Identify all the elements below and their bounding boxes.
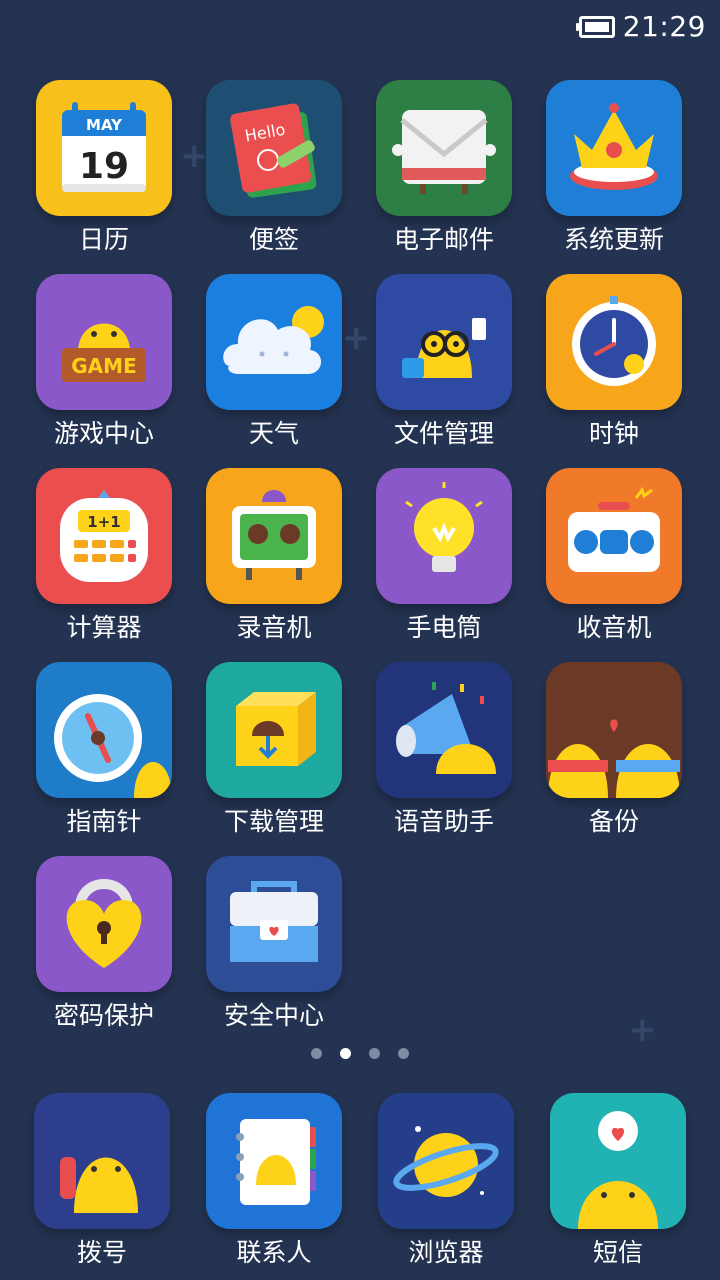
email-icon (376, 80, 512, 216)
app-label: 浏览器 (408, 1238, 484, 1267)
app-label: 录音机 (236, 613, 312, 642)
megaphone-icon (376, 662, 512, 798)
app-game-center[interactable]: GAME 游戏中心 (19, 274, 189, 450)
app-label: 系统更新 (563, 225, 664, 254)
calendar-icon: MAY 19 (36, 80, 172, 216)
app-backup[interactable]: 备份 (529, 662, 699, 838)
game-center-icon: GAME (36, 274, 172, 410)
calculator-display: 1+1 (87, 513, 120, 531)
game-sign: GAME (71, 354, 136, 378)
app-weather[interactable]: 天气 (189, 274, 359, 450)
app-label: 计算器 (66, 613, 142, 642)
status-time: 21:29 (622, 10, 706, 43)
app-label: 收音机 (576, 613, 652, 642)
app-voice-assistant[interactable]: 语音助手 (359, 662, 529, 838)
battery-icon (575, 15, 615, 38)
app-label: 便签 (248, 225, 299, 254)
calendar-day: 19 (79, 146, 129, 187)
app-label: 下载管理 (223, 807, 324, 836)
app-calendar[interactable]: MAY 19 日历 (19, 80, 189, 256)
page-dot[interactable] (369, 1048, 380, 1059)
page-dot-active[interactable] (340, 1048, 351, 1059)
dock-browser[interactable]: 浏览器 (361, 1093, 531, 1269)
app-radio[interactable]: 收音机 (529, 468, 699, 644)
page-dot[interactable] (398, 1048, 409, 1059)
app-label: 备份 (588, 807, 639, 836)
app-download-manager[interactable]: 下载管理 (189, 662, 359, 838)
security-box-icon (206, 856, 342, 992)
app-label: 指南针 (66, 807, 142, 836)
phone-dialer-icon (34, 1093, 170, 1229)
radio-icon (546, 468, 682, 604)
notes-icon: Hello (206, 80, 342, 216)
app-label: 密码保护 (53, 1001, 154, 1030)
page-dot[interactable] (311, 1048, 322, 1059)
dock-contacts[interactable]: 联系人 (189, 1093, 359, 1269)
weather-cloud-icon (206, 274, 342, 410)
app-system-update[interactable]: 系统更新 (529, 80, 699, 256)
app-compass[interactable]: 指南针 (19, 662, 189, 838)
heart-lock-icon (36, 856, 172, 992)
app-label: 语音助手 (393, 807, 494, 836)
app-label: 联系人 (236, 1238, 312, 1267)
app-label: 安全中心 (223, 1001, 324, 1030)
backup-friends-icon (546, 662, 682, 798)
compass-icon (36, 662, 172, 798)
status-bar: 21:29 (575, 10, 706, 43)
recorder-icon (206, 468, 342, 604)
dock-dialer[interactable]: 拨号 (17, 1093, 187, 1269)
app-label: 天气 (248, 419, 299, 448)
app-label: 短信 (592, 1238, 643, 1267)
flashlight-bulb-icon (376, 468, 512, 604)
file-manager-icon (376, 274, 512, 410)
decorative-plus: + (628, 1010, 657, 1050)
app-email[interactable]: 电子邮件 (359, 80, 529, 256)
page-indicator[interactable] (0, 1048, 720, 1059)
app-flashlight[interactable]: 手电筒 (359, 468, 529, 644)
dock-messages[interactable]: 短信 (533, 1093, 703, 1269)
app-label: 文件管理 (393, 419, 494, 448)
app-clock[interactable]: 时钟 (529, 274, 699, 450)
app-label: 游戏中心 (53, 419, 154, 448)
contacts-book-icon (206, 1093, 342, 1229)
app-label: 手电筒 (406, 613, 482, 642)
app-notes[interactable]: Hello 便签 (189, 80, 359, 256)
message-heart-icon (550, 1093, 686, 1229)
app-file-manager[interactable]: 文件管理 (359, 274, 529, 450)
download-box-icon (206, 662, 342, 798)
app-security-center[interactable]: 安全中心 (189, 856, 359, 1032)
app-password-protection[interactable]: 密码保护 (19, 856, 189, 1032)
planet-browser-icon (378, 1093, 514, 1229)
app-label: 日历 (78, 225, 129, 254)
calculator-icon: 1+1 (36, 468, 172, 604)
app-label: 电子邮件 (393, 225, 494, 254)
app-calculator[interactable]: 1+1 计算器 (19, 468, 189, 644)
crown-update-icon (546, 80, 682, 216)
clock-icon (546, 274, 682, 410)
app-label: 时钟 (588, 419, 639, 448)
app-recorder[interactable]: 录音机 (189, 468, 359, 644)
calendar-month: MAY (86, 116, 123, 134)
app-label: 拨号 (76, 1238, 127, 1267)
